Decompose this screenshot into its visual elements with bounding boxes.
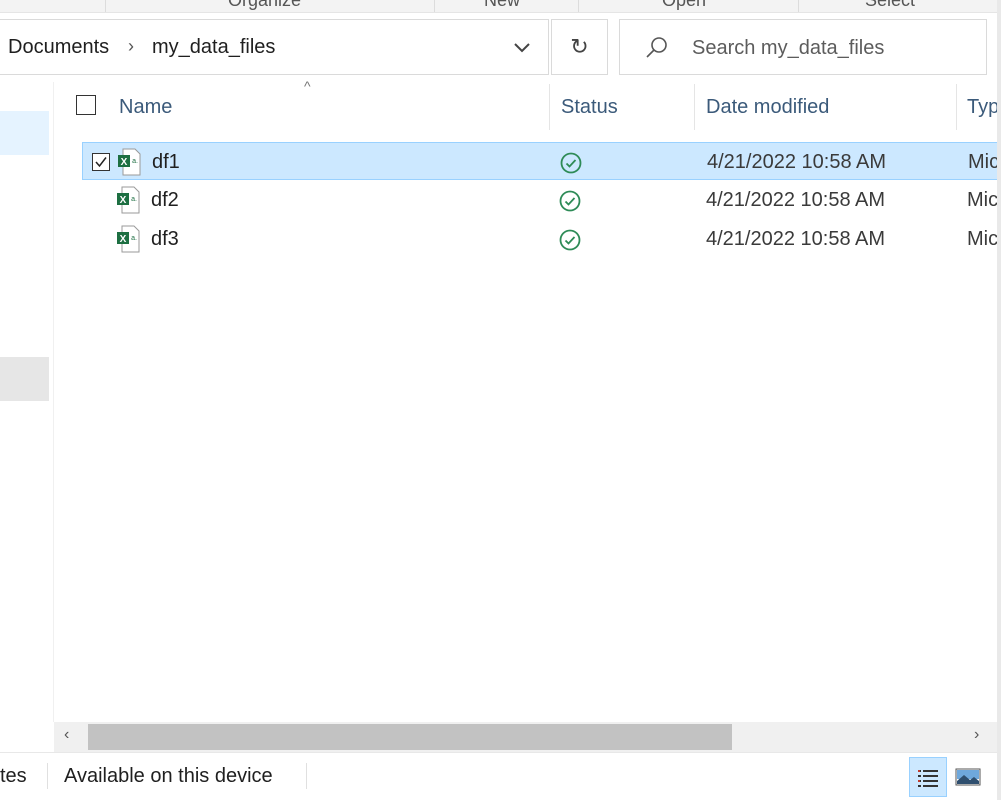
scrollbar-thumb[interactable] (88, 724, 732, 750)
row-checkbox[interactable] (92, 153, 110, 171)
svg-text:X: X (120, 234, 127, 245)
status-bar: tes Available on this device (0, 752, 1001, 800)
file-type: Mic (967, 189, 999, 211)
search-box[interactable]: Search my_data_files (619, 19, 987, 75)
excel-file-icon: X a. (117, 225, 140, 253)
scroll-left-icon[interactable]: ‹ (64, 726, 69, 744)
file-date-modified: 4/21/2022 10:58 AM (706, 189, 886, 211)
excel-file-icon: X a. (118, 148, 141, 176)
ribbon-organize[interactable]: Organize (228, 0, 301, 11)
ribbon-new[interactable]: New (484, 0, 520, 11)
ribbon-open[interactable]: Open (662, 0, 706, 11)
breadcrumb-current-folder[interactable]: my_data_files (152, 36, 275, 59)
ribbon-divider (105, 0, 106, 12)
horizontal-scrollbar[interactable]: ‹ › (54, 722, 999, 752)
column-header-status[interactable]: Status (561, 82, 691, 132)
large-icons-view-button[interactable] (950, 757, 988, 797)
svg-text:X: X (121, 157, 128, 168)
thumbnail-view-icon (955, 768, 981, 786)
column-divider[interactable] (956, 84, 957, 130)
pane-splitter[interactable] (53, 82, 54, 722)
refresh-button[interactable]: ↻ (551, 19, 608, 75)
synced-check-icon (560, 152, 582, 174)
search-icon (646, 37, 667, 58)
file-name[interactable]: df3 (151, 228, 179, 251)
file-name[interactable]: df2 (151, 189, 179, 212)
column-divider[interactable] (694, 84, 695, 130)
column-type-label: Typ (967, 96, 997, 118)
column-header-type[interactable]: Typ (967, 82, 997, 132)
ribbon-divider (578, 0, 579, 12)
column-date-label: Date modified (706, 96, 830, 118)
details-view-button[interactable] (909, 757, 947, 797)
nav-item-selected[interactable] (0, 111, 49, 155)
file-name[interactable]: df1 (152, 151, 180, 174)
breadcrumb-separator-icon[interactable]: › (128, 36, 134, 57)
scroll-right-icon[interactable]: › (974, 726, 979, 744)
checkmark-icon (95, 157, 107, 168)
file-date-modified: 4/21/2022 10:58 AM (707, 151, 887, 173)
svg-text:a.: a. (132, 158, 138, 165)
svg-text:a.: a. (131, 235, 137, 242)
status-divider (306, 763, 307, 789)
column-header-name[interactable]: Name (119, 82, 549, 132)
ribbon-select[interactable]: Select (865, 0, 915, 11)
command-ribbon: Organize New Open Select (0, 0, 1001, 13)
status-divider (47, 763, 48, 789)
svg-text:X: X (120, 195, 127, 206)
refresh-icon: ↻ (570, 34, 589, 59)
synced-check-icon (559, 229, 581, 251)
chevron-down-icon[interactable] (508, 32, 536, 62)
column-status-label: Status (561, 96, 618, 118)
file-row[interactable]: X a. df2 4/21/2022 10:58 AM Mic (82, 181, 1001, 219)
file-row[interactable]: X a. df1 4/21/2022 10:58 AM Mic (82, 142, 1001, 180)
details-view-icon (918, 770, 938, 787)
navigation-pane (0, 82, 50, 722)
status-item-count: tes (0, 765, 27, 787)
column-divider[interactable] (549, 84, 550, 130)
select-all-checkbox[interactable] (76, 82, 96, 132)
search-placeholder: Search my_data_files (692, 37, 885, 59)
file-type: Mic (968, 151, 1000, 173)
ribbon-divider (798, 0, 799, 12)
status-availability: Available on this device (64, 765, 273, 787)
column-name-label: Name (119, 96, 173, 118)
column-header-date-modified[interactable]: Date modified (706, 82, 951, 132)
window-edge (997, 0, 1001, 800)
nav-item-hovered[interactable] (0, 357, 49, 401)
svg-text:a.: a. (131, 196, 137, 203)
address-bar[interactable]: Documents › my_data_files (0, 19, 549, 75)
ribbon-divider (434, 0, 435, 12)
synced-check-icon (559, 190, 581, 212)
file-row[interactable]: X a. df3 4/21/2022 10:58 AM Mic (82, 220, 1001, 258)
file-type: Mic (967, 228, 999, 250)
breadcrumb-documents[interactable]: Documents (8, 36, 109, 59)
file-date-modified: 4/21/2022 10:58 AM (706, 228, 886, 250)
excel-file-icon: X a. (117, 186, 140, 214)
